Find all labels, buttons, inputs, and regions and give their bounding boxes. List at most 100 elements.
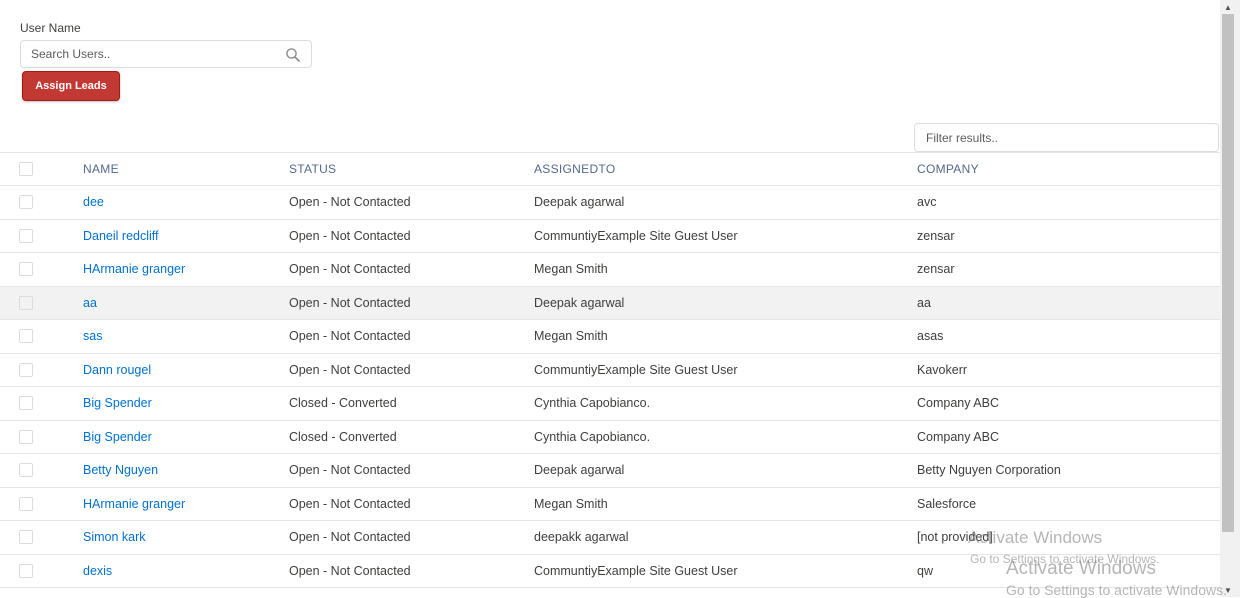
lead-assignedto-cell: Deepak agarwal [534,463,625,478]
row-checkbox[interactable] [19,262,33,277]
filter-results-box[interactable] [914,123,1219,152]
scroll-up-arrow-icon[interactable]: ▲ [1224,3,1232,12]
table-row[interactable]: Big Spender Closed - Converted Cynthia Cap… [0,387,1220,421]
column-header-assignedto[interactable]: ASSIGNEDTO [534,153,615,185]
table-row[interactable]: aa Open - Not Contacted Deepak agarwal aa [0,286,1220,320]
table-row[interactable]: Dann rougel Open - Not Contacted Communtiy… [0,354,1220,387]
row-select-cell[interactable] [19,220,33,253]
row-select-cell[interactable] [19,354,33,387]
search-users-input[interactable] [21,41,291,67]
lead-assignedto-cell: Megan Smith [534,329,608,344]
lead-assignedto-cell: Cynthia Capobianco. [534,429,651,444]
table-row[interactable]: Simon kark Open - Not Contacted deepakk ag… [0,521,1220,555]
table-row[interactable]: HArmanie granger Open - Not Contacted Mega… [0,253,1220,287]
row-checkbox[interactable] [19,195,33,210]
row-checkbox[interactable] [19,429,33,444]
lead-name-link[interactable]: HArmanie granger [83,497,185,511]
table-row[interactable]: sas Open - Not Contacted Megan Smith asas [0,320,1220,354]
lead-name-link[interactable]: sas [83,329,102,343]
row-checkbox[interactable] [19,463,33,478]
table-row[interactable]: Daneil redcliff Open - Not Contacted Commu… [0,220,1220,253]
row-select-cell[interactable] [19,287,33,320]
row-select-cell[interactable] [19,521,33,554]
search-icon[interactable] [285,47,301,63]
lead-name-cell: Big Spender [83,387,152,420]
row-select-cell[interactable] [19,454,33,487]
lead-name-link[interactable]: Big Spender [83,430,152,444]
lead-assignedto-cell: Deepak agarwal [534,295,625,310]
lead-assignedto-cell: Megan Smith [534,262,608,277]
table-row[interactable]: Big Spender Closed - Converted Cynthia Cap… [0,421,1220,454]
lead-assignedto-cell: CommuntiyExample Site Guest User [534,228,738,243]
table-row[interactable]: HArmanie granger Open - Not Contacted Mega… [0,488,1220,521]
lead-company-cell: zensar [917,262,955,277]
lead-name-cell: Betty Nguyen [83,454,158,487]
row-select-cell[interactable] [19,186,33,219]
lead-company-cell: zensar [917,228,955,243]
assign-leads-button[interactable]: Assign Leads [22,71,120,101]
lead-name-cell: Big Spender [83,421,152,454]
row-checkbox[interactable] [19,396,33,411]
lead-status-cell: Open - Not Contacted [289,530,411,545]
lead-company-cell: Company ABC [917,429,999,444]
column-header-name[interactable]: NAME [83,153,119,185]
lead-name-cell: HArmanie granger [83,253,185,286]
row-select-cell[interactable] [19,555,33,588]
table-row[interactable]: dexis Open - Not Contacted CommuntiyExampl… [0,555,1220,588]
table-header-row: NAME STATUS ASSIGNEDTO COMPANY [0,153,1220,186]
scrollbar-thumb[interactable] [1222,14,1234,532]
search-users-box[interactable] [20,40,312,68]
row-checkbox[interactable] [19,295,33,310]
filter-results-input[interactable] [915,124,1218,151]
row-checkbox[interactable] [19,329,33,344]
row-checkbox[interactable] [19,228,33,243]
row-select-cell[interactable] [19,387,33,420]
lead-name-link[interactable]: Daneil redcliff [83,229,159,243]
lead-company-cell: Salesforce [917,496,977,511]
lead-name-link[interactable]: HArmanie granger [83,262,185,276]
lead-status-cell: Open - Not Contacted [289,228,411,243]
lead-name-link[interactable]: dee [83,195,104,209]
lead-name-link[interactable]: aa [83,296,97,310]
table-row[interactable]: Betty Nguyen Open - Not Contacted Deepak a… [0,454,1220,488]
select-all-cell[interactable] [19,153,33,185]
scroll-down-arrow-icon[interactable]: ▼ [1224,586,1232,595]
lead-assignedto-cell: CommuntiyExample Site Guest User [534,362,738,377]
lead-name-link[interactable]: dexis [83,564,112,578]
row-select-cell[interactable] [19,421,33,454]
lead-company-cell: Betty Nguyen Corporation [917,463,1061,478]
lead-status-cell: Open - Not Contacted [289,563,411,578]
lead-assignedto-cell: CommuntiyExample Site Guest User [534,563,738,578]
lead-name-cell: Dann rougel [83,354,151,387]
lead-status-cell: Open - Not Contacted [289,195,411,210]
row-checkbox[interactable] [19,496,33,511]
lead-company-cell: avc [917,195,937,210]
lead-company-cell: [not provided] [917,530,993,545]
lead-company-cell: qw [917,563,933,578]
lead-name-link[interactable]: Betty Nguyen [83,463,158,477]
table-row[interactable]: dee Open - Not Contacted Deepak agarwal avc [0,186,1220,220]
row-checkbox[interactable] [19,563,33,578]
row-select-cell[interactable] [19,253,33,286]
lead-name-link[interactable]: Big Spender [83,396,152,410]
lead-status-cell: Open - Not Contacted [289,362,411,377]
column-header-company[interactable]: COMPANY [917,153,979,185]
user-name-label: User Name [20,21,81,35]
lead-name-cell: aa [83,287,97,320]
lead-name-link[interactable]: Simon kark [83,530,146,544]
lead-status-cell: Closed - Converted [289,429,397,444]
lead-name-link[interactable]: Dann rougel [83,363,151,377]
lead-company-cell: Kavokerr [917,362,968,377]
lead-company-cell: asas [917,329,944,344]
row-select-cell[interactable] [19,488,33,521]
column-header-status[interactable]: STATUS [289,153,336,185]
lead-status-cell: Open - Not Contacted [289,295,411,310]
lead-name-cell: Simon kark [83,521,146,554]
select-all-checkbox[interactable] [19,162,33,176]
row-checkbox[interactable] [19,362,33,377]
lead-assignedto-cell: Cynthia Capobianco. [534,396,651,411]
lead-assignedto-cell: deepakk agarwal [534,530,629,545]
row-checkbox[interactable] [19,530,33,545]
row-select-cell[interactable] [19,320,33,353]
lead-name-cell: dexis [83,555,112,588]
